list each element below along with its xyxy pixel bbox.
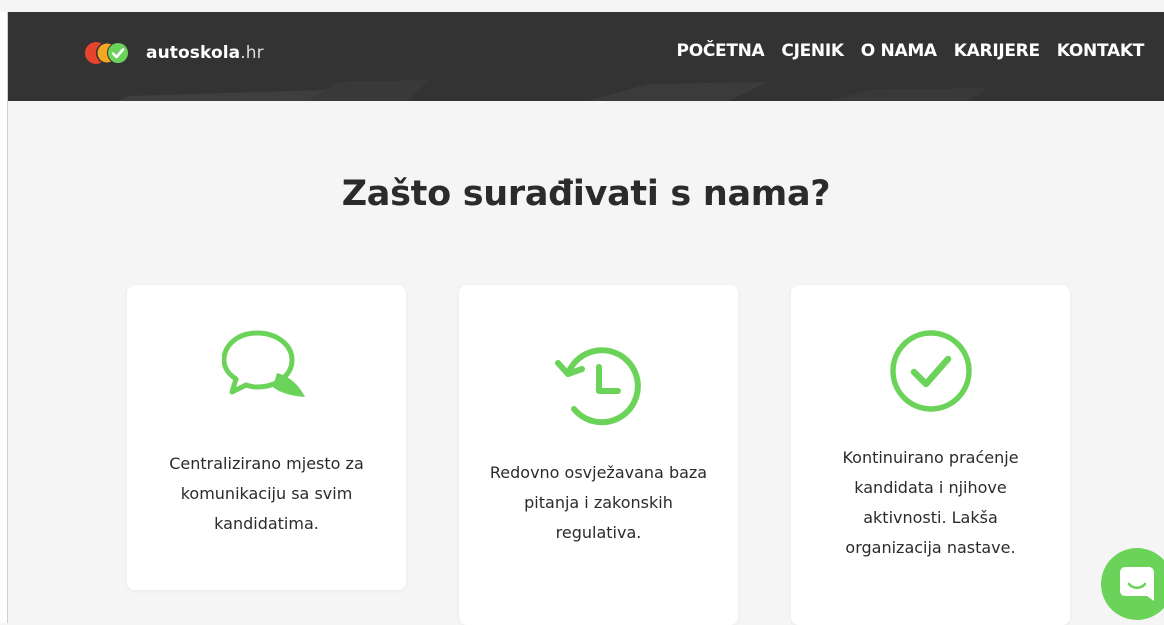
- brand-name: autoskola.hr: [146, 43, 264, 63]
- nav-item-cjenik[interactable]: CJENIK: [781, 41, 844, 61]
- nav-item-o-nama[interactable]: O NAMA: [861, 41, 937, 61]
- section-title: Zašto surađivati s nama?: [341, 174, 831, 214]
- top-navbar: autoskola.hr POČETNA CJENIK O NAMA KARIJ…: [8, 12, 1164, 101]
- brand-logo[interactable]: autoskola.hr: [82, 39, 264, 67]
- feature-card-tracking: Kontinuirano praćenje kandidata i njihov…: [791, 285, 1070, 625]
- nav-item-pocetna[interactable]: POČETNA: [677, 41, 765, 61]
- chat-icon: [1120, 567, 1154, 601]
- feature-card-database: Redovno osvježavana baza pitanja i zakon…: [459, 285, 738, 625]
- history-clock-icon: [554, 347, 641, 426]
- feature-card-communication: Centralizirano mjesto za komunikaciju sa…: [127, 285, 406, 590]
- nav-item-kontakt[interactable]: KONTAKT: [1057, 41, 1145, 61]
- main-navigation: POČETNA CJENIK O NAMA KARIJERE KONTAKT: [660, 41, 1145, 61]
- feature-text-tracking: Kontinuirano praćenje kandidata i njihov…: [842, 448, 1019, 557]
- logo-traffic-light-icon: [85, 42, 129, 64]
- feature-text-database: Redovno osvježavana baza pitanja i zakon…: [489, 463, 708, 542]
- chat-widget-button[interactable]: [1101, 548, 1164, 620]
- nav-item-karijere[interactable]: KARIJERE: [954, 41, 1040, 61]
- chat-bubbles-icon: [221, 330, 305, 397]
- page-left-edge: [0, 12, 8, 623]
- feature-text-communication: Centralizirano mjesto za komunikaciju sa…: [169, 454, 364, 533]
- brand-tld: .hr: [240, 43, 264, 63]
- check-circle-icon: [889, 330, 972, 412]
